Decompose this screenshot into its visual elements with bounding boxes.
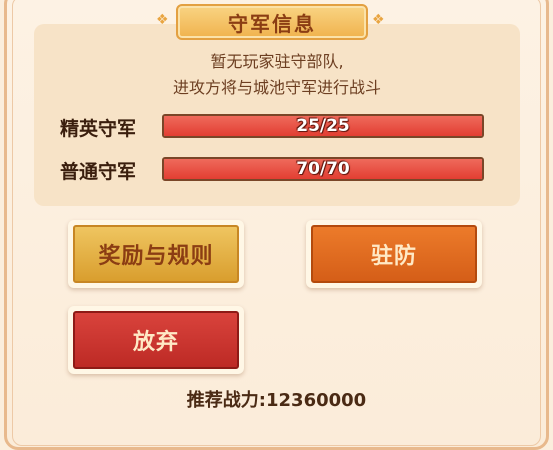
garrison-face: 驻防 <box>311 225 477 283</box>
elite-troops-bar: 25/25 <box>162 114 484 138</box>
rewards-rules-label: 奖励与规则 <box>98 244 214 269</box>
abandon-label: 放弃 <box>132 330 179 355</box>
normal-troops-bar: 70/70 <box>162 157 484 181</box>
garrison-label: 驻防 <box>370 244 417 269</box>
abandon-face: 放弃 <box>73 311 239 369</box>
rewards-rules-button[interactable]: 奖励与规则 <box>68 220 244 288</box>
desc-line-2: 进攻方将与城池守军进行战斗 <box>172 78 381 97</box>
panel-title: 守军信息 <box>176 4 368 40</box>
elite-troops-label: 精英守军 <box>60 118 137 140</box>
desc-line-1: 暂无玩家驻守部队, <box>210 52 344 71</box>
recommended-power: 推荐战力:12360000 <box>186 390 367 411</box>
ornament-right-icon: ❖ <box>372 12 385 28</box>
elite-troops-value: 25/25 <box>296 116 350 136</box>
normal-troops-label: 普通守军 <box>60 161 137 183</box>
abandon-button[interactable]: 放弃 <box>68 306 244 374</box>
rewards-rules-face: 奖励与规则 <box>73 225 239 283</box>
ornament-left-icon: ❖ <box>156 12 169 28</box>
normal-troops-value: 70/70 <box>296 159 350 179</box>
garrison-button[interactable]: 驻防 <box>306 220 482 288</box>
